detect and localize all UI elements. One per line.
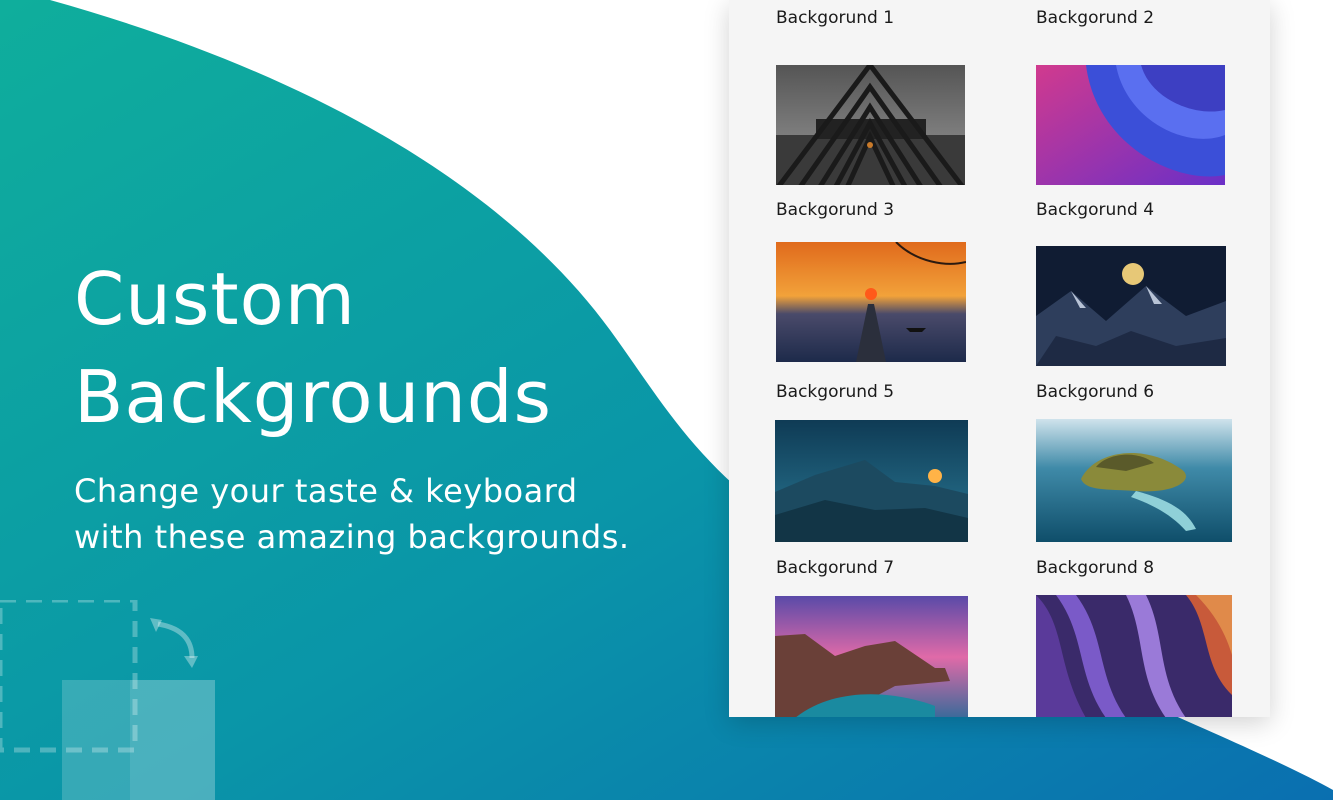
promo-block: Custom Backgrounds Change your taste & k…	[74, 250, 630, 560]
background-thumbnail-8[interactable]	[1036, 595, 1232, 717]
background-label: Backgorund 1	[776, 8, 895, 28]
promo-title-line2: Backgrounds	[74, 355, 553, 439]
background-thumbnail-1[interactable]	[776, 65, 965, 185]
background-label: Backgorund 8	[1036, 558, 1155, 578]
background-label: Backgorund 4	[1036, 200, 1155, 220]
background-thumbnail-6[interactable]	[1036, 419, 1232, 542]
promo-title: Custom Backgrounds	[74, 250, 630, 446]
promo-title-line1: Custom	[74, 257, 356, 341]
background-label: Backgorund 3	[776, 200, 895, 220]
background-gallery-panel[interactable]: Backgorund 1 Backgorund 2 Backgorund 3 B…	[729, 0, 1270, 717]
promo-subtitle-line2: with these amazing backgrounds.	[74, 518, 630, 556]
background-label: Backgorund 2	[1036, 8, 1155, 28]
background-label: Backgorund 6	[1036, 382, 1155, 402]
resize-arrow-icon	[0, 600, 215, 800]
promo-subtitle: Change your taste & keyboard with these …	[74, 468, 630, 560]
background-label: Backgorund 7	[776, 558, 895, 578]
background-thumbnail-5[interactable]	[775, 420, 968, 542]
background-label: Backgorund 5	[776, 382, 895, 402]
promo-subtitle-line1: Change your taste & keyboard	[74, 472, 578, 510]
background-thumbnail-3[interactable]	[776, 242, 966, 362]
background-thumbnail-2[interactable]	[1036, 65, 1225, 185]
background-thumbnail-4[interactable]	[1036, 246, 1226, 366]
background-thumbnail-7[interactable]	[775, 596, 968, 717]
